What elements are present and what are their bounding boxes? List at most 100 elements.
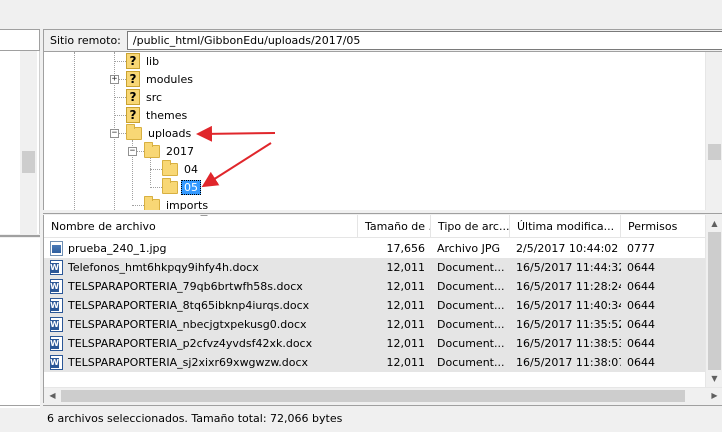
file-name-cell: TELSPARAPORTERIA_nbecjgtxpekusg0.docx [44,315,358,334]
scrollbar-thumb[interactable] [22,151,35,173]
local-path-input[interactable] [0,29,40,51]
scrollbar-thumb[interactable] [708,232,721,370]
tree-node-04[interactable]: 04 [162,159,201,178]
column-headers: Nombre de archivo Tamaño de ... Tipo de … [44,215,706,238]
tree-node-2017[interactable]: 2017 [144,141,197,160]
tree-line [114,61,126,62]
file-rows: prueba_240_1.jpg 17,656 Archivo JPG 2/5/201… [44,239,706,372]
folder-icon [162,159,178,176]
scroll-up-icon[interactable]: ▲ [706,215,722,232]
file-permissions: 0644 [627,318,655,331]
file-name-cell: prueba_240_1.jpg [44,239,358,258]
file-modified: 16/5/2017 11:40:34 [516,299,621,312]
tree-line [74,52,75,210]
table-row[interactable]: TELSPARAPORTERIA_79qb6brtwfh58s.docx 12,0… [44,277,706,296]
tree-node-05[interactable]: 05 [162,177,201,196]
file-name-cell: TELSPARAPORTERIA_8tq65ibknp4iurqs.docx [44,296,358,315]
table-row[interactable]: TELSPARAPORTERIA_sj2xixr69xwgwzw.docx 12,… [44,353,706,372]
tree-node-label: imports [166,198,209,211]
file-permissions: 0644 [627,356,655,369]
scroll-down-icon[interactable]: ▼ [706,370,722,387]
tree-line [150,158,151,185]
file-name: TELSPARAPORTERIA_p2cfvz4yvdsf42xk.docx [68,337,313,350]
pane-splitter[interactable] [43,210,722,214]
tree-node-label: src [146,90,163,104]
remote-path-bar: Sitio remoto: /public_html/GibbonEdu/upl… [43,29,722,52]
file-type: Document... [437,337,505,350]
word-document-icon [50,279,63,294]
file-name: TELSPARAPORTERIA_8tq65ibknp4iurqs.docx [68,299,310,312]
folder-icon [126,123,142,140]
file-permissions: 0644 [627,299,655,312]
collapse-toggle-2017[interactable]: − [128,147,137,156]
table-row[interactable]: TELSPARAPORTERIA_p2cfvz4yvdsf42xk.docx 12… [44,334,706,353]
tree-node-uploads[interactable]: uploads [126,123,194,142]
tree-scrollbar[interactable] [705,52,722,210]
local-splitter[interactable] [0,235,40,237]
table-row[interactable]: TELSPARAPORTERIA_nbecjgtxpekusg0.docx 12,… [44,315,706,334]
file-modified: 16/5/2017 11:35:52 [516,318,621,331]
file-size: 12,011 [386,299,426,312]
file-name-cell: TELSPARAPORTERIA_sj2xixr69xwgwzw.docx [44,353,358,372]
column-header-name[interactable]: Nombre de archivo [44,215,358,238]
table-row[interactable]: TELSPARAPORTERIA_8tq65ibknp4iurqs.docx 12… [44,296,706,315]
word-document-icon [50,336,63,351]
local-tree-scrollbar[interactable] [20,51,37,234]
file-list-vertical-scrollbar[interactable]: ▲ ▼ [705,215,722,387]
expand-toggle-modules[interactable]: + [110,75,119,84]
file-size: 17,656 [386,242,426,255]
column-header-type[interactable]: Tipo de arc... [431,215,510,238]
collapse-toggle-uploads[interactable]: − [110,129,119,138]
tree-line [114,115,126,116]
word-document-icon [50,355,63,370]
column-header-permissions[interactable]: Permisos [621,215,706,238]
remote-site-label: Sitio remoto: [50,34,121,47]
file-permissions: 0644 [627,261,655,274]
table-row[interactable]: Telefonos_hmt6hkpqy9ihfy4h.docx 12,011 Doc… [44,258,706,277]
tree-node-src[interactable]: ? src [126,88,165,106]
local-pane [0,0,40,432]
scroll-right-icon[interactable]: ▶ [706,388,722,403]
file-list-horizontal-scrollbar[interactable]: ◀ ▶ [44,387,722,403]
local-file-list[interactable] [0,238,40,408]
file-modified: 16/5/2017 11:38:07 [516,356,621,369]
file-type: Document... [437,261,505,274]
file-name: TELSPARAPORTERIA_sj2xixr69xwgwzw.docx [68,356,309,369]
scrollbar-thumb[interactable] [708,144,721,160]
scroll-left-icon[interactable]: ◀ [44,388,61,403]
column-header-modified[interactable]: Última modifica... [510,215,621,238]
column-header-label: Última modifica... [517,220,615,233]
column-header-size[interactable]: Tamaño de ... [358,215,431,238]
question-folder-icon: ? [126,107,140,123]
tree-node-themes[interactable]: ? themes [126,106,190,124]
tree-line [119,79,126,80]
folder-icon [144,195,160,210]
file-permissions: 0644 [627,337,655,350]
question-folder-icon: ? [126,71,140,87]
tree-node-label: uploads [148,126,192,140]
selection-status-text: 6 archivos seleccionados. Tamaño total: … [47,412,343,425]
tree-line [132,205,144,206]
file-name: TELSPARAPORTERIA_nbecjgtxpekusg0.docx [68,318,307,331]
remote-pane: Sitio remoto: /public_html/GibbonEdu/upl… [43,0,722,432]
tree-line [150,169,162,170]
file-name: Telefonos_hmt6hkpqy9ihfy4h.docx [68,261,259,274]
file-type: Document... [437,318,505,331]
remote-path-input[interactable]: /public_html/GibbonEdu/uploads/2017/05 [126,31,722,50]
file-type: Document... [437,356,505,369]
file-name-cell: TELSPARAPORTERIA_79qb6brtwfh58s.docx [44,277,358,296]
file-modified: 16/5/2017 11:28:24 [516,280,621,293]
remote-file-list[interactable]: Nombre de archivo Tamaño de ... Tipo de … [43,215,722,403]
remote-directory-tree[interactable]: + − − ? lib ? modules ? src ? themes upl… [43,52,722,210]
column-header-label: Nombre de archivo [51,220,156,233]
tree-node-lib[interactable]: ? lib [126,52,162,70]
scrollbar-thumb[interactable] [61,390,685,402]
column-header-label: Tipo de arc... [438,220,510,233]
open-folder-icon [162,177,178,194]
tree-node-imports[interactable]: imports [144,195,211,211]
tree-node-label: lib [146,54,160,68]
tree-node-modules[interactable]: ? modules [126,70,196,88]
file-size: 12,011 [386,280,426,293]
image-file-icon [50,241,63,256]
table-row[interactable]: prueba_240_1.jpg 17,656 Archivo JPG 2/5/201… [44,239,706,258]
